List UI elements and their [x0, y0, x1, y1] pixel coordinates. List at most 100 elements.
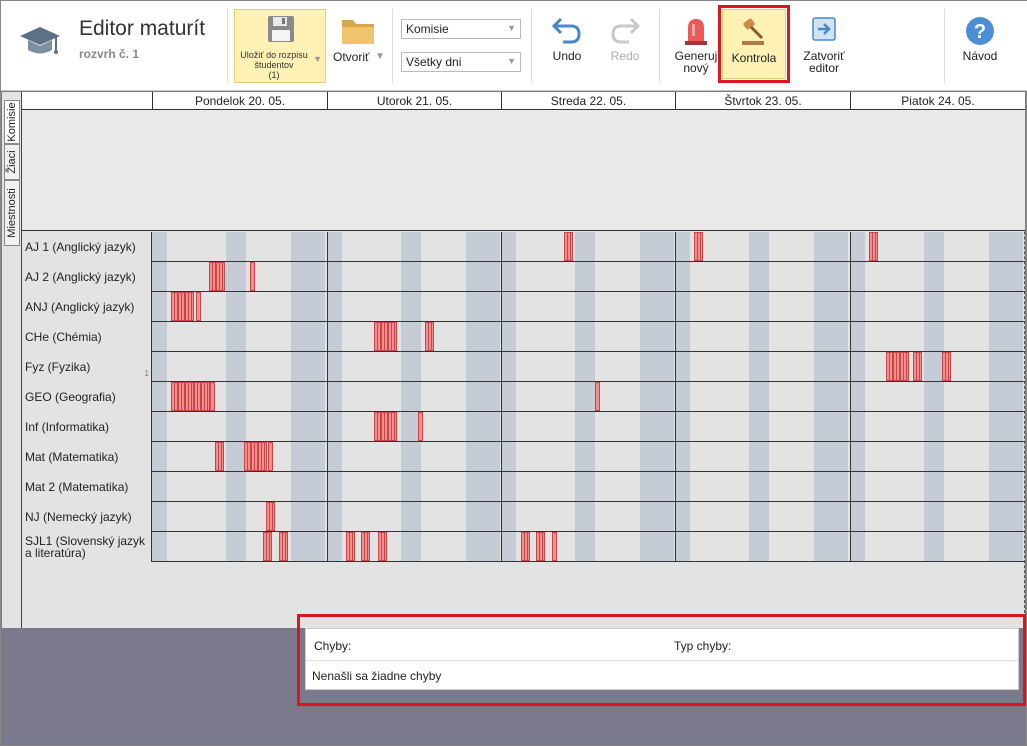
- commission-label[interactable]: CHe (Chémia): [22, 322, 152, 352]
- undo-button[interactable]: Undo: [539, 9, 595, 83]
- timeline-cells[interactable]: [152, 502, 1025, 531]
- timeline-cells[interactable]: [152, 532, 1025, 561]
- day-divider: [675, 502, 676, 531]
- exam-block[interactable]: [201, 382, 210, 411]
- day-divider: [501, 442, 502, 471]
- commission-label[interactable]: SJL1 (Slovenský jazyk a literatúra): [22, 532, 152, 562]
- exam-block[interactable]: [361, 532, 370, 561]
- day-divider: [675, 442, 676, 471]
- break-slot: [327, 292, 342, 321]
- exam-block[interactable]: [564, 232, 573, 261]
- day-divider: [675, 262, 676, 291]
- days-filter-value: Všetky dni: [406, 55, 462, 69]
- commission-label[interactable]: GEO (Geografia): [22, 382, 152, 412]
- exam-block[interactable]: [913, 352, 922, 381]
- day-divider: [501, 292, 502, 321]
- timeline-cells[interactable]: [152, 262, 1025, 291]
- day-divider: [327, 232, 328, 261]
- exam-block[interactable]: [346, 532, 355, 561]
- schedule-subtitle: rozvrh č. 1: [79, 47, 140, 61]
- day-header-cell: Piatok 24. 05.: [850, 92, 1025, 110]
- exam-block[interactable]: [388, 322, 397, 351]
- exam-block[interactable]: [869, 232, 878, 261]
- exam-block[interactable]: [552, 532, 557, 561]
- unassigned-area[interactable]: [22, 110, 1025, 231]
- commission-label[interactable]: NJ (Nemecký jazyk): [22, 502, 152, 532]
- commission-label[interactable]: AJ 1 (Anglický jazyk): [22, 232, 152, 262]
- timeline-cells[interactable]: [152, 382, 1025, 411]
- break-slot: [640, 292, 674, 321]
- break-slot: [327, 412, 342, 441]
- break-slot: [640, 382, 674, 411]
- exam-block[interactable]: [196, 292, 201, 321]
- exam-block[interactable]: [258, 442, 267, 471]
- exam-block[interactable]: [425, 322, 434, 351]
- break-slot: [226, 322, 246, 351]
- exam-block[interactable]: [595, 382, 600, 411]
- break-slot: [575, 502, 595, 531]
- timeline-cells[interactable]: [152, 352, 1025, 381]
- help-button[interactable]: ? Návod: [948, 9, 1012, 83]
- break-slot: [327, 262, 342, 291]
- tab-commissions[interactable]: Komisie: [4, 100, 20, 144]
- break-slot: [640, 502, 674, 531]
- commission-label[interactable]: ANJ (Anglický jazyk): [22, 292, 152, 322]
- break-slot: [327, 472, 342, 501]
- exam-block[interactable]: [216, 262, 225, 291]
- exam-block[interactable]: [536, 532, 545, 561]
- exam-block[interactable]: [266, 502, 275, 531]
- open-dropdown-arrow-icon[interactable]: ▼: [375, 51, 385, 62]
- exam-block[interactable]: [215, 442, 224, 471]
- break-slot: [924, 442, 944, 471]
- chevron-down-icon: ▼: [507, 23, 516, 33]
- toolbar-separator: [659, 9, 660, 83]
- exam-block[interactable]: [521, 532, 530, 561]
- exam-block[interactable]: [694, 232, 703, 261]
- days-filter-select[interactable]: Všetky dni ▼: [401, 52, 521, 72]
- timeline-cells[interactable]: [152, 412, 1025, 441]
- exam-block[interactable]: [210, 382, 215, 411]
- exam-block[interactable]: [268, 442, 273, 471]
- break-slot: [291, 352, 325, 381]
- day-divider: [501, 322, 502, 351]
- break-slot: [850, 292, 865, 321]
- timeline-cells[interactable]: [152, 472, 1025, 501]
- close-editor-button[interactable]: Zatvoriť editor: [793, 9, 855, 83]
- commission-row: Mat 2 (Matematika): [22, 472, 1025, 502]
- break-slot: [291, 502, 325, 531]
- exam-block[interactable]: [942, 352, 951, 381]
- tab-students[interactable]: Žiaci: [4, 144, 20, 180]
- exam-block[interactable]: [263, 532, 272, 561]
- generate-new-button[interactable]: Generuj nový: [668, 9, 724, 83]
- exam-block[interactable]: [900, 352, 909, 381]
- timeline-cells[interactable]: [152, 292, 1025, 321]
- tab-rooms[interactable]: Miestnosti: [4, 180, 20, 246]
- break-slot: [640, 262, 674, 291]
- commission-label[interactable]: Mat 2 (Matematika): [22, 472, 152, 502]
- commission-label[interactable]: Fyz (Fyzika) 1: [22, 352, 152, 382]
- toolbar-separator: [392, 9, 393, 83]
- redo-button[interactable]: Redo: [597, 9, 653, 83]
- check-button[interactable]: Kontrola: [718, 5, 790, 83]
- break-slot: [850, 382, 865, 411]
- save-dropdown-arrow-icon[interactable]: ▼: [313, 54, 322, 64]
- break-slot: [466, 352, 500, 381]
- exam-block[interactable]: [279, 532, 288, 561]
- exam-block[interactable]: [418, 412, 423, 441]
- timeline-cells[interactable]: [152, 322, 1025, 351]
- view-mode-select[interactable]: Komisie ▼: [401, 19, 521, 39]
- break-slot: [327, 352, 342, 381]
- break-slot: [501, 352, 516, 381]
- exam-block[interactable]: [378, 532, 387, 561]
- exam-block[interactable]: [185, 382, 194, 411]
- timeline-cells[interactable]: [152, 232, 1025, 261]
- exam-block[interactable]: [388, 412, 397, 441]
- commission-label[interactable]: Inf (Informatika): [22, 412, 152, 442]
- commission-label[interactable]: Mat (Matematika): [22, 442, 152, 472]
- exam-block[interactable]: [250, 262, 255, 291]
- exam-block[interactable]: [185, 292, 194, 321]
- open-button[interactable]: Otvoriť ▼: [331, 9, 389, 83]
- timeline-cells[interactable]: [152, 442, 1025, 471]
- save-to-students-button[interactable]: Uložiť do rozpisu študentov (1) ▼: [234, 9, 326, 83]
- commission-label[interactable]: AJ 2 (Anglický jazyk): [22, 262, 152, 292]
